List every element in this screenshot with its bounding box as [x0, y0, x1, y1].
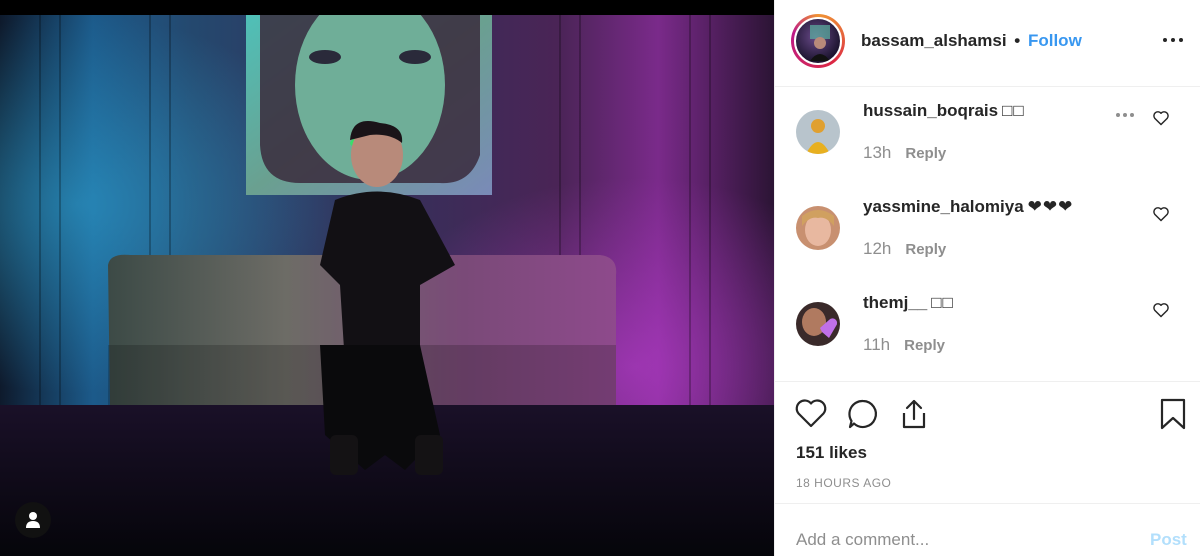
comment-item: themj__ □□ 11h Reply [775, 280, 1200, 376]
user-tag-icon [26, 512, 40, 528]
comment-time: 11h [863, 335, 891, 354]
comment-text: □□ [931, 293, 954, 312]
commenter-username[interactable]: hussain_boqrais [863, 101, 998, 120]
comment-item: yassmine_halomiya ❤❤❤ 12h Reply [775, 184, 1200, 280]
post-timestamp[interactable]: 18 HOURS AGO [796, 476, 891, 490]
header-separator: • [1014, 31, 1021, 50]
author-username[interactable]: bassam_alshamsi [861, 31, 1007, 50]
heart-icon[interactable] [1152, 302, 1170, 318]
post-photo[interactable] [0, 0, 774, 556]
comment-time: 13h [863, 143, 892, 162]
reply-button[interactable]: Reply [904, 337, 945, 354]
comments-list: hussain_boqrais □□ 13h Reply yassmine_halo… [775, 88, 1200, 382]
story-ring[interactable] [791, 14, 845, 68]
comment-options-icon[interactable] [1116, 113, 1134, 117]
heart-icon[interactable] [1152, 110, 1170, 126]
heart-icon[interactable] [794, 397, 828, 431]
comment-icon[interactable] [846, 397, 880, 431]
author-avatar [794, 17, 842, 65]
follow-button[interactable]: Follow [1028, 31, 1082, 50]
user-tag-button[interactable] [15, 502, 51, 538]
commenter-username[interactable]: yassmine_halomiya [863, 197, 1024, 216]
reply-button[interactable]: Reply [905, 241, 946, 258]
photo-top-bar [0, 0, 774, 15]
composer-divider [775, 503, 1200, 504]
post-sidebar: bassam_alshamsi • Follow hussain_boqrais… [774, 0, 1200, 556]
commenter-username[interactable]: themj__ [863, 293, 927, 312]
comment-item: hussain_boqrais □□ 13h Reply [775, 88, 1200, 184]
heart-icon[interactable] [1152, 206, 1170, 222]
more-options-icon[interactable] [1159, 30, 1187, 50]
comment-time: 12h [863, 239, 892, 258]
post-comment-button[interactable]: Post [1150, 530, 1187, 550]
bookmark-icon[interactable] [1156, 397, 1190, 431]
reply-button[interactable]: Reply [905, 145, 946, 162]
commenter-avatar[interactable] [796, 302, 840, 346]
commenter-avatar[interactable] [796, 206, 840, 250]
comment-text: ❤❤❤ [1027, 197, 1074, 216]
photo-image [0, 15, 774, 556]
comment-text: □□ [1002, 101, 1025, 120]
likes-count[interactable]: 151 likes [796, 443, 867, 463]
share-icon[interactable] [897, 397, 931, 431]
add-comment-input[interactable] [796, 529, 1126, 551]
commenter-avatar[interactable] [796, 110, 840, 154]
post-header: bassam_alshamsi • Follow [775, 0, 1200, 87]
